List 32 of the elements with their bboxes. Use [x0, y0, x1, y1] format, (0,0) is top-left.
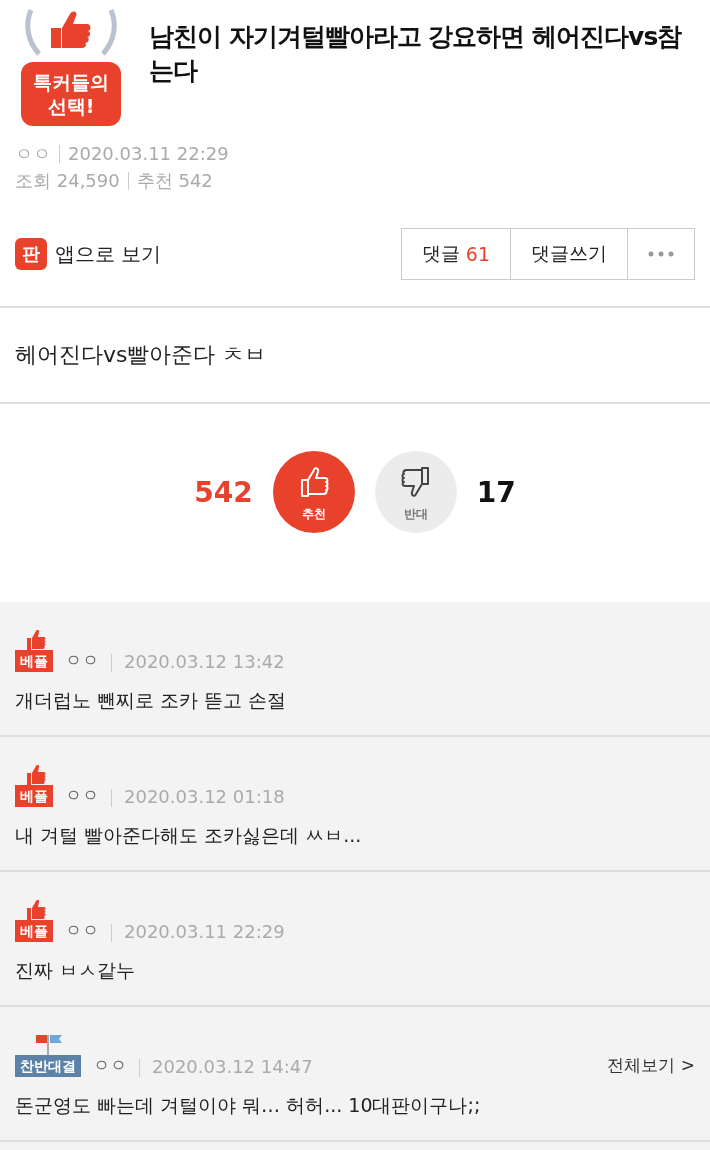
comment-text: 내 겨털 빨아준다해도 조카싫은데 ㅆㅂ... — [15, 823, 363, 848]
downvote-button[interactable]: 반대 — [374, 451, 457, 533]
open-in-app-link[interactable]: 판 앱으로 보기 — [15, 238, 162, 270]
comment-badge: 베플 — [15, 785, 53, 807]
comment-author: ㅇㅇ — [65, 784, 99, 807]
open-in-app-label: 앱으로 보기 — [55, 240, 162, 268]
comment-badge: 찬반대결 — [15, 1055, 81, 1077]
comment-date: 2020.03.12 01:18 — [124, 786, 285, 807]
comment-text: 돈군영도 빠는데 겨털이야 뭐… 허허... 10대판이구나;; — [15, 1093, 482, 1118]
comment-badge: 베플 — [15, 920, 53, 942]
view-count: 조회 24,590 — [15, 169, 120, 193]
post-date: 2020.03.11 22:29 — [68, 142, 229, 166]
comment-author: ㅇㅇ — [65, 649, 99, 672]
upvote-count: 542 — [194, 475, 253, 509]
comment-author: ㅇㅇ — [65, 919, 99, 942]
recommend-count: 추천 542 — [136, 169, 213, 193]
comment-date: 2020.03.11 22:29 — [124, 921, 285, 942]
comment-badge: 베플 — [15, 650, 53, 672]
view-all-link[interactable]: 전체보기 > — [607, 1054, 695, 1077]
comment-author: ㅇㅇ — [93, 1054, 127, 1077]
downvote-count: 17 — [476, 475, 516, 509]
comment-text: 진짜 ㅂㅅ같누 — [15, 958, 137, 983]
post-body: 헤어진다vs빨아준다 ㅊㅂ — [0, 308, 710, 404]
author-name: ㅇㅇ — [15, 142, 51, 166]
post-title: 남친이 자기겨털빨아라고 강요하면 헤어진다vs참는다 — [149, 21, 683, 87]
app-logo-icon: 판 — [15, 238, 47, 270]
best-pick-badge: 톡커들의 선택! — [21, 62, 121, 126]
comment-date: 2020.03.12 14:47 — [152, 1056, 313, 1077]
upvote-button[interactable]: 추천 — [272, 451, 355, 533]
comment-date: 2020.03.12 13:42 — [124, 651, 285, 672]
comment-text: 개더럽노 뺀찌로 조카 뜯고 손절 — [15, 688, 288, 713]
more-icon — [648, 251, 674, 257]
